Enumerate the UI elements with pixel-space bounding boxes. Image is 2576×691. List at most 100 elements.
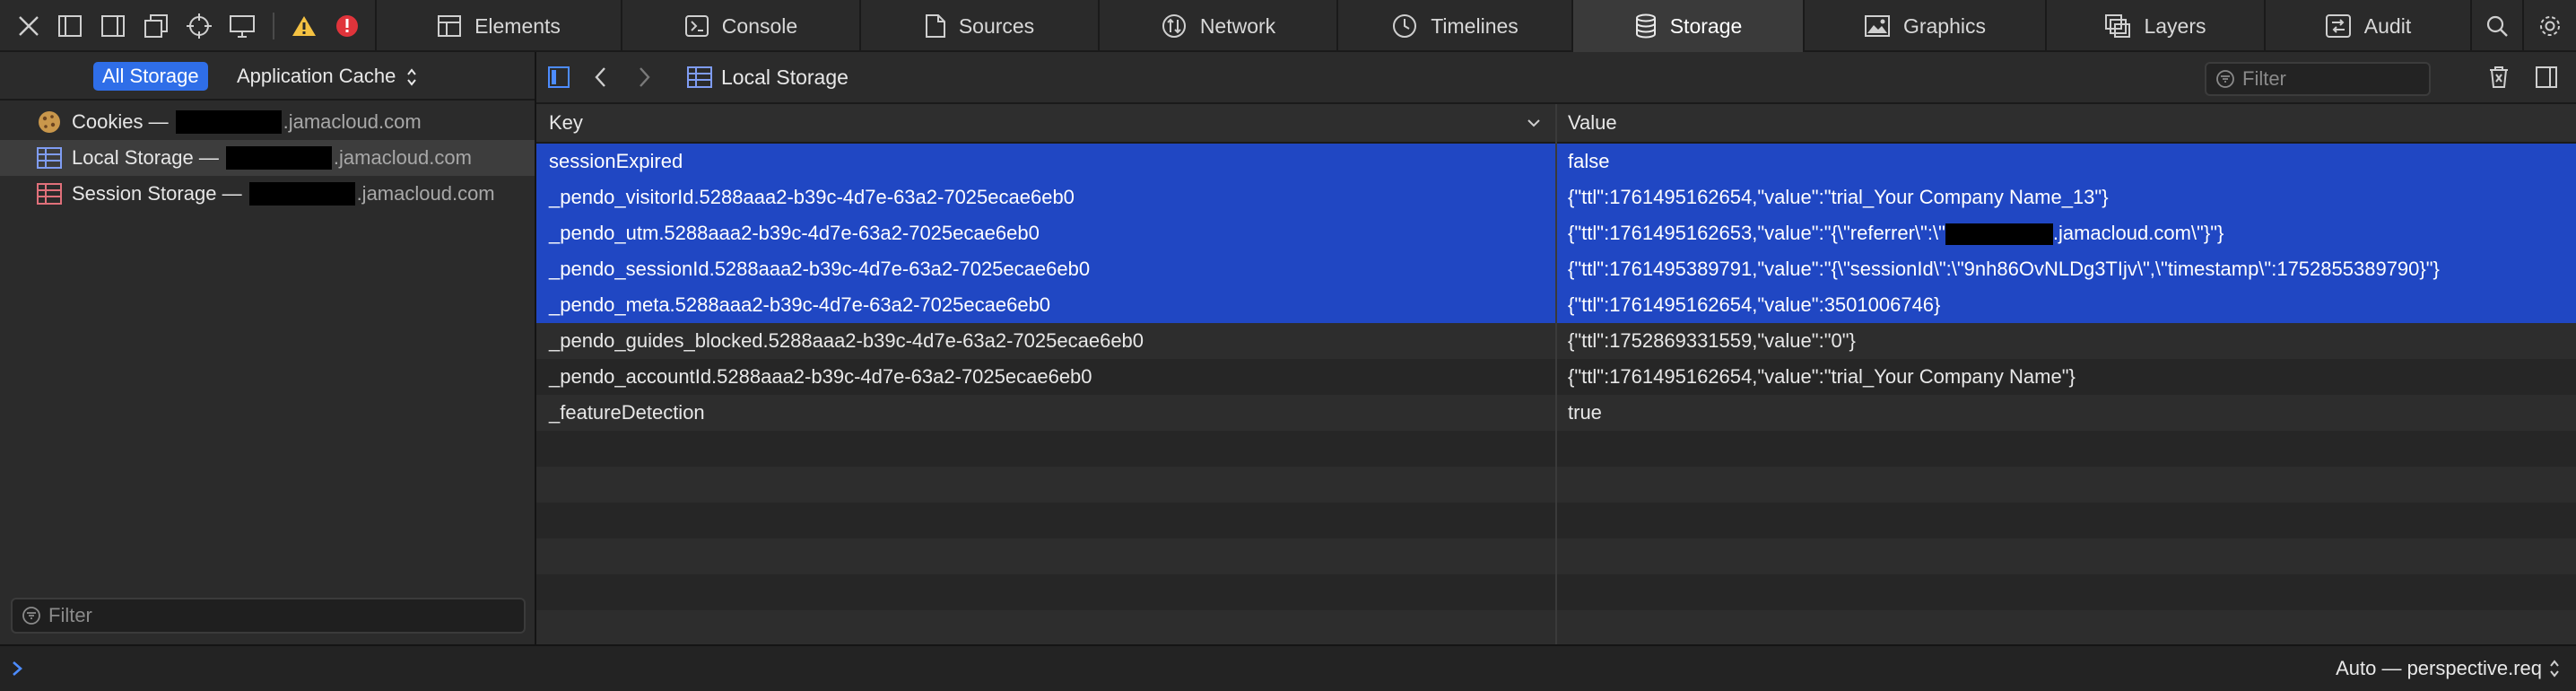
sidebar-item-session-storage[interactable]: Session Storage — .jamacloud.com — [0, 176, 535, 212]
forward-button[interactable] — [635, 52, 653, 102]
tab-bar: Elements Console Sources Network Timelin… — [0, 0, 2576, 52]
storage-content: Local Storage Filter Key Value sessionEx… — [536, 52, 2576, 646]
key-cell: _pendo_utm.5288aaa2-b39c-4d7e-63a2-7025e… — [549, 222, 1040, 244]
scope-bar: All Storage Application Cache — [0, 52, 535, 101]
dock-left-icon[interactable] — [54, 0, 86, 52]
value-suffix: .jamacloud.com\"}"} — [2052, 222, 2224, 244]
value-cell: {"ttl":1761495162653,"value":"{\"referre… — [1568, 215, 2224, 251]
sidebar-filter-input[interactable]: Filter — [11, 598, 526, 634]
device-settings-icon[interactable] — [226, 0, 258, 52]
trash-icon — [2490, 66, 2508, 88]
redacted-block — [1945, 223, 2053, 246]
tab-label: Layers — [2144, 13, 2206, 38]
cookie-icon — [36, 109, 63, 136]
separator: — — [222, 182, 242, 205]
error-icon[interactable] — [332, 0, 362, 52]
filter-placeholder: Filter — [2242, 67, 2286, 90]
redacted-block — [175, 110, 282, 134]
sidebar-item-label: Session Storage — [72, 182, 217, 205]
chevron-left-icon — [595, 67, 605, 87]
storage-icon — [1635, 13, 1656, 39]
search-button[interactable] — [2470, 0, 2522, 52]
execution-context-label: Auto — perspective.req — [2336, 657, 2542, 679]
sidebar-item-cookies[interactable]: Cookies — .jamacloud.com — [0, 104, 535, 140]
warning-icon[interactable] — [289, 0, 319, 52]
local-storage-icon — [687, 66, 712, 88]
console-icon — [684, 15, 709, 37]
graphics-icon — [1864, 15, 1890, 37]
tab-network[interactable]: Network — [1098, 0, 1336, 52]
sidebar-item-local-storage[interactable]: Local Storage — .jamacloud.com — [0, 140, 535, 176]
domain-label: .jamacloud.com — [283, 110, 422, 133]
sidebar-toggle-icon — [548, 66, 570, 88]
tab-audit[interactable]: Audit — [2264, 0, 2470, 52]
tab-console[interactable]: Console — [621, 0, 859, 52]
dock-right-icon[interactable] — [97, 0, 129, 52]
domain-label: .jamacloud.com — [333, 146, 472, 169]
close-icon[interactable] — [13, 0, 45, 52]
storage-table: Key Value sessionExpired false _pendo_vi… — [536, 104, 2576, 646]
tab-sources[interactable]: Sources — [859, 0, 1098, 52]
tab-label: Timelines — [1431, 13, 1519, 38]
application-cache-button[interactable]: Application Cache — [228, 62, 426, 91]
key-cell: _pendo_accountId.5288aaa2-b39c-4d7e-63a2… — [549, 365, 1092, 388]
clear-storage-button[interactable] — [2488, 52, 2510, 102]
tab-graphics[interactable]: Graphics — [1803, 0, 2045, 52]
all-storage-button[interactable]: All Storage — [93, 62, 208, 91]
value-cell: {"ttl":1761495162654,"value":"trial_Your… — [1568, 186, 2109, 208]
value-cell: {"ttl":1761495162654,"value":3501006746} — [1568, 293, 1941, 316]
column-header-value[interactable]: Value — [1568, 104, 1617, 142]
chevron-up-down-icon — [407, 68, 417, 86]
sidebar-toggle-button[interactable] — [547, 52, 570, 102]
value-prefix: {"ttl":1761495162653,"value":"{\"referre… — [1568, 222, 1945, 244]
tab-layers[interactable]: Layers — [2045, 0, 2264, 52]
tab-label: Graphics — [1902, 13, 1987, 38]
content-nav-bar: Local Storage Filter — [536, 52, 2576, 104]
target-element-icon[interactable] — [183, 0, 215, 52]
execution-context-selector[interactable]: Auto — perspective.req — [2336, 646, 2560, 691]
search-icon — [2486, 15, 2508, 37]
elements-icon — [438, 15, 462, 37]
settings-button[interactable] — [2522, 0, 2576, 52]
filter-icon — [22, 607, 40, 625]
chevron-right-icon — [640, 67, 650, 87]
key-cell: _pendo_guides_blocked.5288aaa2-b39c-4d7e… — [549, 329, 1144, 352]
value-cell: {"ttl":1761495389791,"value":"{\"session… — [1568, 258, 2440, 280]
application-cache-label: Application Cache — [237, 65, 396, 87]
column-header-key[interactable]: Key — [549, 104, 583, 142]
redacted-block — [248, 182, 355, 206]
key-cell: _pendo_sessionId.5288aaa2-b39c-4d7e-63a2… — [549, 258, 1091, 280]
tab-timelines[interactable]: Timelines — [1336, 0, 1571, 52]
key-cell: _featureDetection — [549, 401, 705, 424]
sidebar-item-label: Cookies — [72, 110, 144, 133]
quick-console[interactable]: Auto — perspective.req — [0, 644, 2576, 691]
undock-icon[interactable] — [140, 0, 172, 52]
key-cell: _pendo_meta.5288aaa2-b39c-4d7e-63a2-7025… — [549, 293, 1051, 316]
separator: — — [148, 110, 169, 133]
value-cell: {"ttl":1761495162654,"value":"trial_Your… — [1568, 365, 2076, 388]
breadcrumb-title: Local Storage — [721, 65, 849, 89]
timelines-icon — [1393, 14, 1417, 38]
tab-label: Elements — [474, 13, 561, 38]
filter-placeholder: Filter — [48, 604, 92, 626]
column-divider[interactable] — [1555, 104, 1557, 644]
sort-chevron-down-icon[interactable] — [1527, 117, 1541, 129]
breadcrumb[interactable]: Local Storage — [687, 52, 849, 102]
tab-label: Sources — [958, 13, 1035, 38]
prompt-chevron-icon — [13, 661, 22, 676]
details-sidebar-toggle-button[interactable] — [2535, 52, 2558, 102]
value-cell: {"ttl":1752869331559,"value":"0"} — [1568, 329, 1856, 352]
toolbar-divider — [273, 13, 274, 39]
separator: — — [198, 146, 219, 169]
back-button[interactable] — [592, 52, 610, 102]
tab-elements[interactable]: Elements — [375, 0, 621, 52]
value-cell: true — [1568, 401, 1602, 424]
chevron-up-down-icon — [2550, 660, 2559, 678]
session-storage-icon — [36, 180, 63, 207]
table-filter-input[interactable]: Filter — [2205, 62, 2431, 96]
layers-icon — [2105, 14, 2131, 38]
tab-storage[interactable]: Storage — [1571, 0, 1803, 52]
tab-label: Storage — [1669, 13, 1743, 38]
network-icon — [1162, 14, 1186, 38]
sources-icon — [925, 14, 945, 38]
